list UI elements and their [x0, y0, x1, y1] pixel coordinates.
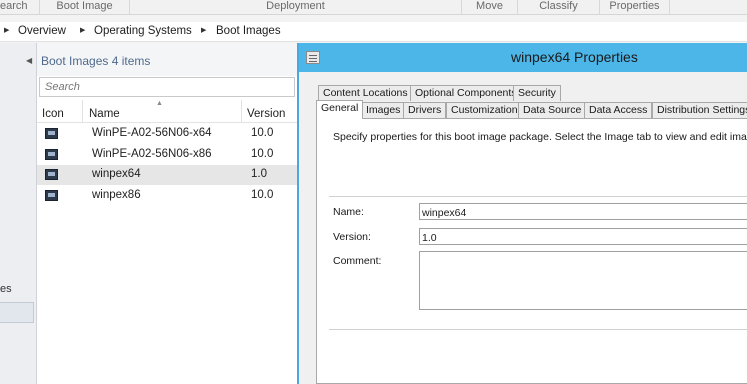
list-header: ◀ Boot Images 4 items	[26, 43, 297, 76]
breadcrumb-arrow-icon[interactable]: ▶	[80, 26, 85, 34]
tab-images[interactable]: Images	[361, 102, 406, 118]
item-name: WinPE-A02-56N06-x64	[92, 127, 212, 139]
item-name: winpex86	[92, 189, 141, 201]
boot-image-icon	[45, 169, 58, 180]
breadcrumb-arrow-icon[interactable]: ▶	[201, 26, 206, 34]
list-item[interactable]: WinPE-A02-56N06-x64 10.0	[37, 124, 297, 144]
column-headers: Icon ▲ Name Version	[37, 100, 297, 123]
tab-customization[interactable]: Customization	[446, 102, 523, 118]
column-header-icon[interactable]: Icon	[42, 108, 64, 120]
nav-partial-label[interactable]: es	[0, 283, 12, 295]
ribbon-group-search: earch	[0, 0, 40, 14]
tab-data-source[interactable]: Data Source	[518, 102, 587, 118]
item-name: winpex64	[92, 168, 141, 180]
breadcrumb-overview[interactable]: Overview	[18, 25, 66, 37]
ribbon-group-boot-image: Boot Image	[40, 0, 130, 14]
list-item[interactable]: WinPE-A02-56N06-x86 10.0	[37, 145, 297, 165]
boot-image-icon	[45, 190, 58, 201]
tab-general[interactable]: General	[316, 100, 364, 119]
tab-data-access[interactable]: Data Access	[584, 102, 653, 118]
item-version: 10.0	[251, 127, 274, 139]
tab-optional-components[interactable]: Optional Components	[410, 85, 522, 101]
comment-label: Comment:	[333, 255, 382, 267]
separator	[329, 329, 747, 330]
boot-image-icon	[45, 149, 58, 160]
nav-selected-item[interactable]	[0, 302, 34, 323]
ribbon-group-deployment: Deployment	[130, 0, 462, 14]
ribbon-group-labels: earch Boot Image Deployment Move Classif…	[0, 0, 747, 15]
dialog-title: winpex64 Properties	[511, 49, 638, 65]
list-item-selected[interactable]: winpex64 1.0	[37, 165, 297, 185]
item-version: 10.0	[251, 148, 274, 160]
dialog-title-bar[interactable]: winpex64 Properties	[299, 43, 747, 72]
properties-dialog: winpex64 Properties Content Locations Op…	[297, 43, 747, 384]
version-field[interactable]: 1.0	[419, 228, 747, 245]
item-name: WinPE-A02-56N06-x86	[92, 148, 212, 160]
navigation-pane: es	[0, 43, 37, 384]
breadcrumb: ▶ Overview ▶ Operating Systems ▶ Boot Im…	[0, 22, 747, 42]
comment-field[interactable]	[419, 251, 747, 310]
tab-drivers[interactable]: Drivers	[403, 102, 447, 118]
column-divider[interactable]	[241, 100, 242, 123]
tab-distribution-settings[interactable]: Distribution Settings	[652, 102, 747, 118]
breadcrumb-boot-images[interactable]: Boot Images	[216, 25, 281, 37]
properties-window-icon	[306, 51, 320, 64]
tab-security[interactable]: Security	[513, 85, 561, 101]
breadcrumb-operating-systems[interactable]: Operating Systems	[94, 25, 192, 37]
breadcrumb-arrow-icon[interactable]: ▶	[4, 26, 9, 34]
ribbon-group-classify: Classify	[518, 0, 600, 14]
name-label: Name:	[333, 206, 364, 218]
search-box[interactable]	[39, 77, 295, 97]
item-version: 10.0	[251, 189, 274, 201]
item-version: 1.0	[251, 168, 267, 180]
general-description: Specify properties for this boot image p…	[333, 131, 747, 143]
sort-ascending-icon: ▲	[156, 100, 163, 107]
boot-images-list-pane: ◀ Boot Images 4 items Icon ▲ Name Versio…	[26, 43, 297, 384]
column-divider[interactable]	[82, 100, 83, 123]
version-label: Version:	[333, 231, 371, 243]
name-field[interactable]: winpex64	[419, 203, 747, 220]
tab-content-locations[interactable]: Content Locations	[318, 85, 413, 101]
ribbon-group-move: Move	[462, 0, 518, 14]
collapse-arrow-icon[interactable]: ◀	[26, 56, 32, 65]
list-title: Boot Images 4 items	[41, 54, 151, 68]
column-header-name[interactable]: Name	[89, 108, 120, 120]
search-input[interactable]	[40, 78, 294, 96]
boot-image-icon	[45, 128, 58, 139]
separator	[329, 196, 747, 197]
column-header-version[interactable]: Version	[247, 108, 285, 120]
ribbon-group-properties: Properties	[600, 0, 670, 14]
list-item[interactable]: winpex86 10.0	[37, 186, 297, 206]
